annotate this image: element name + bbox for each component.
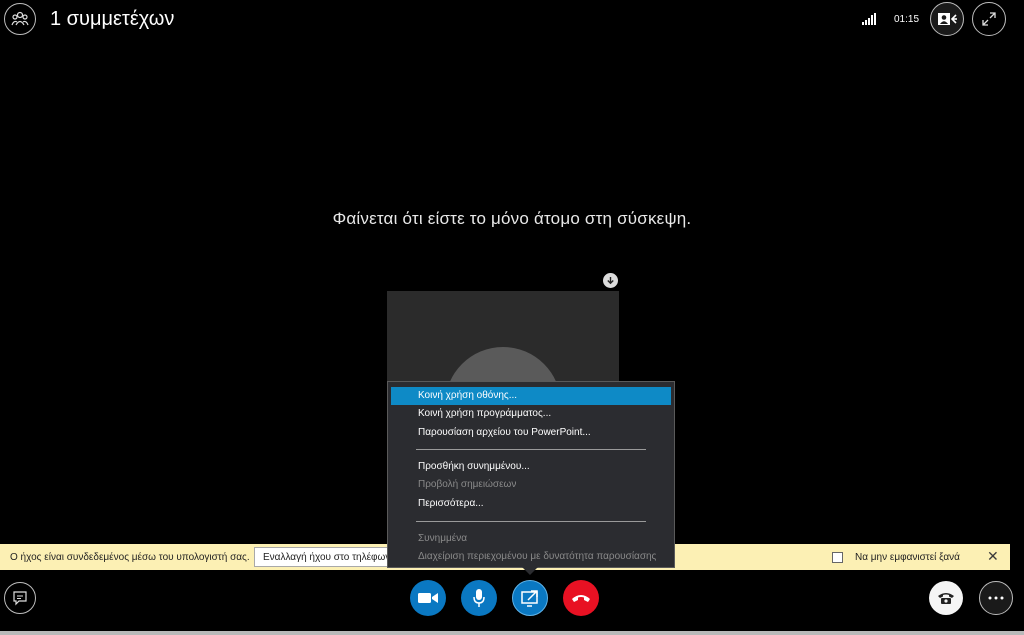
notification-text: Ο ήχος είναι συνδεδεμένος μέσω του υπολο…	[10, 552, 250, 563]
arrow-down-icon	[607, 277, 614, 285]
present-content-menu: Κοινή χρήση οθόνης... Κοινή χρήση προγρά…	[387, 381, 675, 568]
fullscreen-button[interactable]	[972, 2, 1006, 36]
menu-divider	[416, 449, 646, 450]
hang-up-icon	[572, 595, 590, 602]
participants-button[interactable]	[4, 3, 36, 35]
menu-item-share-program[interactable]: Κοινή χρήση προγράμματος...	[418, 408, 551, 419]
taskbar-edge	[0, 631, 1024, 635]
contact-card-icon	[938, 13, 957, 25]
alone-in-meeting-message: Φαίνεται ότι είστε το μόνο άτομο στη σύσ…	[332, 209, 692, 228]
menu-pointer	[522, 567, 538, 575]
present-button[interactable]	[512, 580, 548, 616]
pop-out-video-button[interactable]	[930, 2, 964, 36]
video-camera-icon	[418, 593, 438, 603]
more-options-button[interactable]	[979, 581, 1013, 615]
expand-icon	[982, 12, 996, 26]
dont-show-again-checkbox[interactable]	[832, 552, 843, 563]
menu-item-more[interactable]: Περισσότερα...	[418, 498, 484, 509]
hang-up-button[interactable]	[563, 580, 599, 616]
call-controls-button[interactable]	[929, 581, 963, 615]
present-screen-icon	[521, 590, 538, 607]
switch-audio-to-phone-button[interactable]: Εναλλαγή ήχου στο τηλέφωνο	[254, 547, 404, 567]
menu-item-manage-presentable-content: Διαχείριση περιεχομένου με δυνατότητα πα…	[418, 551, 657, 562]
close-icon[interactable]: ✕	[987, 548, 999, 565]
signal-strength-icon	[862, 13, 876, 25]
dont-show-again-label: Να μην εμφανιστεί ξανά	[855, 552, 960, 563]
conversation-button[interactable]	[4, 582, 36, 614]
menu-divider	[416, 521, 646, 522]
microphone-icon	[473, 589, 485, 607]
menu-item-view-notes: Προβολή σημειώσεων	[418, 479, 517, 490]
menu-item-present-powerpoint[interactable]: Παρουσίαση αρχείου του PowerPoint...	[418, 427, 591, 438]
participants-count: 1 συμμετέχων	[50, 8, 175, 30]
more-options-icon	[988, 596, 1004, 600]
minimize-self-view-button[interactable]	[603, 273, 618, 288]
menu-item-add-attachment[interactable]: Προσθήκη συνημμένου...	[418, 461, 530, 472]
video-button[interactable]	[410, 580, 446, 616]
menu-item-share-screen[interactable]: Κοινή χρήση οθόνης...	[391, 387, 671, 405]
people-icon	[11, 11, 29, 26]
phone-icon	[938, 593, 954, 604]
menu-item-attachments: Συνημμένα	[418, 533, 467, 544]
call-timer: 01:15	[894, 14, 920, 25]
microphone-button[interactable]	[461, 580, 497, 616]
chat-icon	[13, 591, 27, 606]
